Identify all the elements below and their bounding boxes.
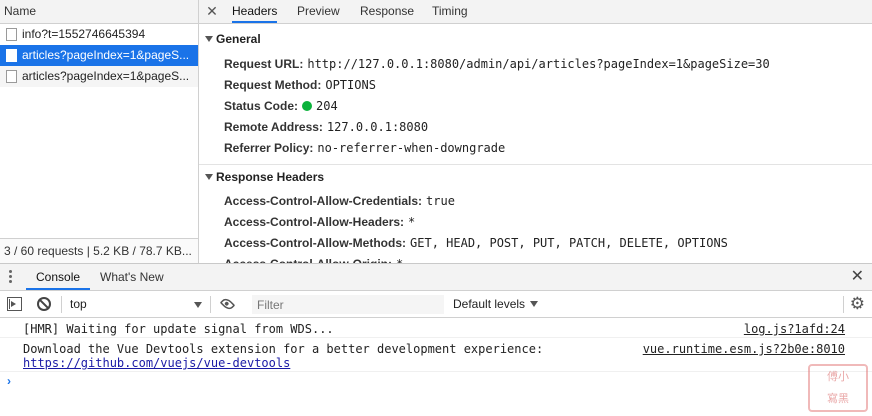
context-select[interactable]: top (70, 295, 206, 314)
remote-address-value: 127.0.0.1:8080 (326, 120, 429, 134)
message-text: Download the Vue Devtools extension for … (23, 342, 544, 356)
context-select-value: top (70, 297, 87, 311)
tab-preview[interactable]: Preview (297, 0, 340, 23)
request-row-articles[interactable]: articles?pageIndex=1&pageS... (0, 66, 198, 87)
close-icon[interactable]: ✕ (851, 269, 864, 285)
drawer-tabbar: Console What's New ✕ (0, 264, 872, 291)
close-icon[interactable]: ✕ (205, 3, 219, 19)
console-message: [HMR] Waiting for update signal from WDS… (0, 318, 872, 338)
header-value: * (408, 215, 416, 229)
request-url-value: http://127.0.0.1:8080/admin/api/articles… (307, 57, 770, 71)
document-icon (6, 28, 17, 41)
message-source-link[interactable]: log.js?1afd:24 (744, 322, 845, 336)
header-row: Access-Control-Allow-Headers: * (224, 215, 415, 229)
triangle-down-icon (530, 301, 539, 307)
document-icon (6, 49, 17, 62)
console-toolbar: top Default levels ⚙ (0, 291, 872, 318)
request-name: articles?pageIndex=1&pageS... (22, 69, 190, 83)
referrer-policy-key: Referrer Policy: (224, 141, 314, 155)
document-icon (6, 70, 17, 83)
show-sidebar-icon[interactable] (7, 297, 22, 311)
watermark-line: 傅小 (827, 370, 849, 383)
header-row: Access-Control-Allow-Methods: GET, HEAD, … (224, 236, 728, 250)
watermark-line: 寫黑 (827, 392, 849, 405)
triangle-down-icon (194, 302, 202, 308)
header-value: true (426, 194, 455, 208)
header-key: Access-Control-Allow-Methods: (224, 236, 407, 250)
console-message: Download the Vue Devtools extension for … (0, 339, 872, 372)
request-row-info[interactable]: info?t=1552746645394 (0, 24, 198, 45)
tab-timing[interactable]: Timing (432, 0, 468, 23)
referrer-policy-value: no-referrer-when-downgrade (317, 141, 506, 155)
log-levels-select[interactable]: Default levels (453, 295, 539, 314)
network-panel: Name info?t=1552746645394 articles?pageI… (0, 0, 872, 263)
console-drawer: Console What's New ✕ top Default levels … (0, 263, 872, 416)
request-details: ✕ Headers Preview Response Timing Genera… (199, 0, 872, 263)
general-section-header[interactable]: General (199, 32, 872, 46)
request-url-row: Request URL: http://127.0.0.1:8080/admin/… (224, 57, 770, 71)
filter-input[interactable] (252, 295, 444, 314)
status-code-row: Status Code: 204 (224, 99, 338, 113)
tab-headers[interactable]: Headers (232, 0, 278, 23)
request-method-row: Request Method: OPTIONS (224, 78, 376, 92)
header-key: Access-Control-Allow-Headers: (224, 215, 405, 229)
toolbar-divider (210, 296, 211, 313)
triangle-down-icon (205, 36, 213, 42)
triangle-down-icon (205, 174, 213, 180)
status-code-key: Status Code: (224, 99, 299, 113)
console-prompt[interactable]: › (7, 374, 11, 388)
response-headers-section-header[interactable]: Response Headers (199, 170, 872, 184)
tab-console[interactable]: Console (26, 264, 91, 290)
console-messages: [HMR] Waiting for update signal from WDS… (0, 318, 872, 416)
remote-address-row: Remote Address: 127.0.0.1:8080 (224, 120, 428, 134)
clear-console-icon[interactable] (37, 297, 51, 311)
name-column-header[interactable]: Name (0, 0, 198, 24)
log-levels-value: Default levels (453, 297, 526, 311)
header-value: GET, HEAD, POST, PUT, PATCH, DELETE, OPT… (410, 236, 728, 250)
toolbar-divider (61, 296, 62, 313)
request-row-articles-selected[interactable]: articles?pageIndex=1&pageS... (0, 45, 198, 66)
section-divider (199, 164, 872, 165)
request-url-key: Request URL: (224, 57, 304, 71)
message-text: [HMR] Waiting for update signal from WDS… (23, 322, 334, 336)
header-key: Access-Control-Allow-Credentials: (224, 194, 423, 208)
response-headers-title: Response Headers (216, 170, 325, 184)
eye-icon[interactable] (219, 296, 236, 312)
message-url-link[interactable]: https://github.com/vuejs/vue-devtools (23, 356, 290, 370)
request-method-key: Request Method: (224, 78, 322, 92)
tab-whats-new[interactable]: What's New (100, 264, 164, 290)
toolbar-divider (843, 296, 844, 313)
requests-summary: 3 / 60 requests | 5.2 KB / 78.7 KB... (0, 238, 198, 263)
message-source-link[interactable]: vue.runtime.esm.js?2b0e:8010 (643, 342, 845, 356)
request-method-value: OPTIONS (325, 78, 376, 92)
remote-address-key: Remote Address: (224, 120, 323, 134)
request-list: Name info?t=1552746645394 articles?pageI… (0, 0, 199, 263)
more-vertical-icon[interactable] (8, 270, 14, 284)
request-name: articles?pageIndex=1&pageS... (22, 48, 190, 62)
header-row: Access-Control-Allow-Credentials: true (224, 194, 455, 208)
watermark-stamp: 傅小 寫黑 (808, 364, 868, 412)
gear-icon[interactable]: ⚙ (850, 295, 865, 313)
request-name: info?t=1552746645394 (22, 27, 146, 41)
status-code-value: 204 (316, 99, 338, 113)
referrer-policy-row: Referrer Policy: no-referrer-when-downgra… (224, 141, 505, 155)
general-title: General (216, 32, 261, 46)
status-ok-dot-icon (302, 101, 313, 111)
tab-response[interactable]: Response (360, 0, 414, 23)
details-tabbar: ✕ Headers Preview Response Timing (199, 0, 872, 24)
